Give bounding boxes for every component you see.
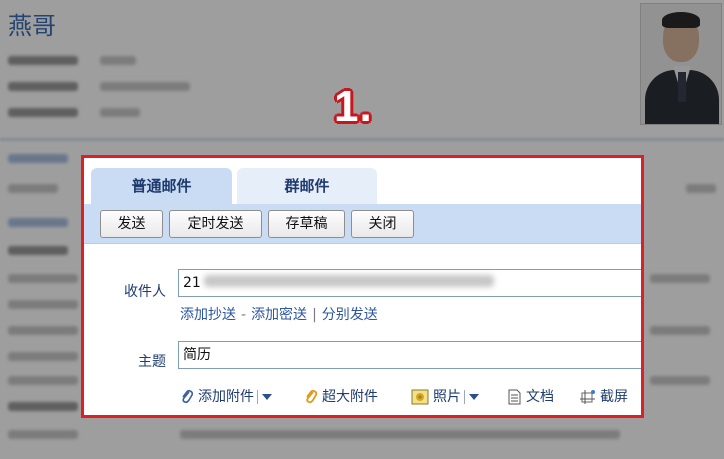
recipient-value: 21 — [183, 275, 201, 291]
link-separator: - — [241, 307, 247, 323]
compose-toolbar: 发送 定时发送 存草稿 关闭 — [84, 204, 641, 244]
redacted-address — [204, 275, 494, 287]
paperclip-icon — [306, 389, 318, 404]
large-attachment-button[interactable]: 超大附件 — [304, 386, 378, 406]
mail-type-tabs: 普通邮件 群邮件 — [84, 158, 641, 204]
tab-group-mail[interactable]: 群邮件 — [237, 168, 377, 204]
photo-button[interactable]: 照片 — [411, 386, 479, 406]
scissors-icon — [580, 390, 595, 404]
scheduled-send-button[interactable]: 定时发送 — [169, 210, 262, 238]
close-button[interactable]: 关闭 — [351, 210, 414, 238]
add-attachment-button[interactable]: 添加附件 — [180, 386, 272, 406]
add-cc-link[interactable]: 添加抄送 — [180, 307, 236, 323]
recipient-options: 添加抄送 - 添加密送 | 分别发送 — [180, 304, 378, 324]
add-bcc-link[interactable]: 添加密送 — [251, 307, 307, 323]
chevron-down-icon[interactable] — [262, 394, 272, 400]
separate-send-link[interactable]: 分别发送 — [322, 307, 378, 323]
subject-label: 主题 — [138, 354, 166, 370]
recipient-label: 收件人 — [124, 284, 166, 300]
tab-normal-mail[interactable]: 普通邮件 — [91, 168, 232, 204]
chevron-down-icon[interactable] — [469, 394, 479, 400]
subject-value: 简历 — [183, 347, 211, 363]
send-button[interactable]: 发送 — [100, 210, 163, 238]
screenshot-button[interactable]: 截屏 — [580, 386, 628, 406]
save-draft-button[interactable]: 存草稿 — [268, 210, 345, 238]
step-number-label: 1. — [334, 82, 373, 131]
document-icon — [508, 389, 521, 405]
link-separator: | — [312, 307, 317, 323]
document-button[interactable]: 文档 — [507, 386, 554, 406]
photo-icon — [411, 389, 429, 405]
subject-field[interactable]: 简历 — [178, 341, 641, 369]
compose-mail-panel: 普通邮件 群邮件 发送 定时发送 存草稿 关闭 收件人 21 添加抄送 - 添加密送… — [81, 155, 644, 418]
paperclip-icon — [182, 389, 194, 404]
